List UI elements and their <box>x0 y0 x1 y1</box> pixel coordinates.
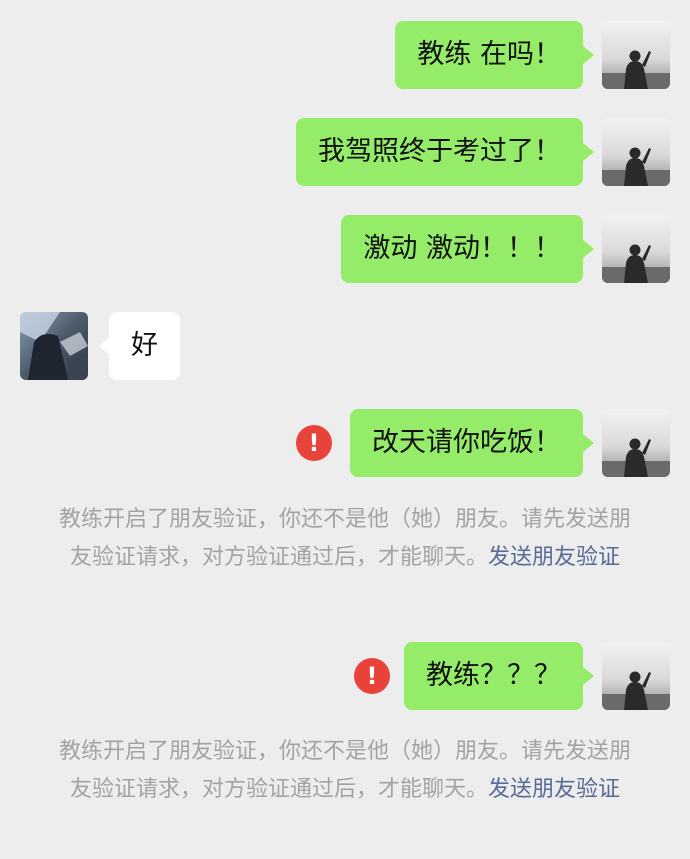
exclamation-icon[interactable]: ! <box>296 425 332 461</box>
message-row-sent-failed: ! 改天请你吃饭！ <box>0 409 690 477</box>
message-bubble[interactable]: 好 <box>109 312 180 380</box>
message-bubble[interactable]: 激动 激动！！！ <box>341 215 583 283</box>
message-row-received: 好 <box>0 312 690 380</box>
my-avatar[interactable] <box>602 118 670 186</box>
message-row-sent: 我驾照终于考过了！ <box>0 118 690 186</box>
message-bubble[interactable]: 我驾照终于考过了！ <box>296 118 583 186</box>
send-friend-request-link[interactable]: 发送朋友验证 <box>488 777 620 802</box>
system-notice: 教练开启了朋友验证，你还不是他（她）朋友。请先发送朋友验证请求，对方验证通过后，… <box>52 733 638 809</box>
my-avatar[interactable] <box>602 642 670 710</box>
system-notice: 教练开启了朋友验证，你还不是他（她）朋友。请先发送朋友验证请求，对方验证通过后，… <box>52 501 638 577</box>
my-avatar[interactable] <box>602 409 670 477</box>
my-avatar[interactable] <box>602 215 670 283</box>
my-avatar[interactable] <box>602 21 670 89</box>
message-row-sent: 教练 在吗！ <box>0 21 690 89</box>
message-bubble[interactable]: 教练 在吗！ <box>395 21 583 89</box>
chat-view: 教练 在吗！ 我驾照终于考过了！ 激动 激动！！！ 好 ! 改天请你吃饭！ 教练… <box>0 0 690 859</box>
send-friend-request-link[interactable]: 发送朋友验证 <box>488 545 620 570</box>
message-bubble[interactable]: 改天请你吃饭！ <box>350 409 583 477</box>
exclamation-icon[interactable]: ! <box>354 658 390 694</box>
message-bubble[interactable]: 教练？？？ <box>404 642 583 710</box>
message-row-sent: 激动 激动！！！ <box>0 215 690 283</box>
contact-avatar[interactable] <box>20 312 88 380</box>
message-row-sent-failed: ! 教练？？？ <box>0 642 690 710</box>
